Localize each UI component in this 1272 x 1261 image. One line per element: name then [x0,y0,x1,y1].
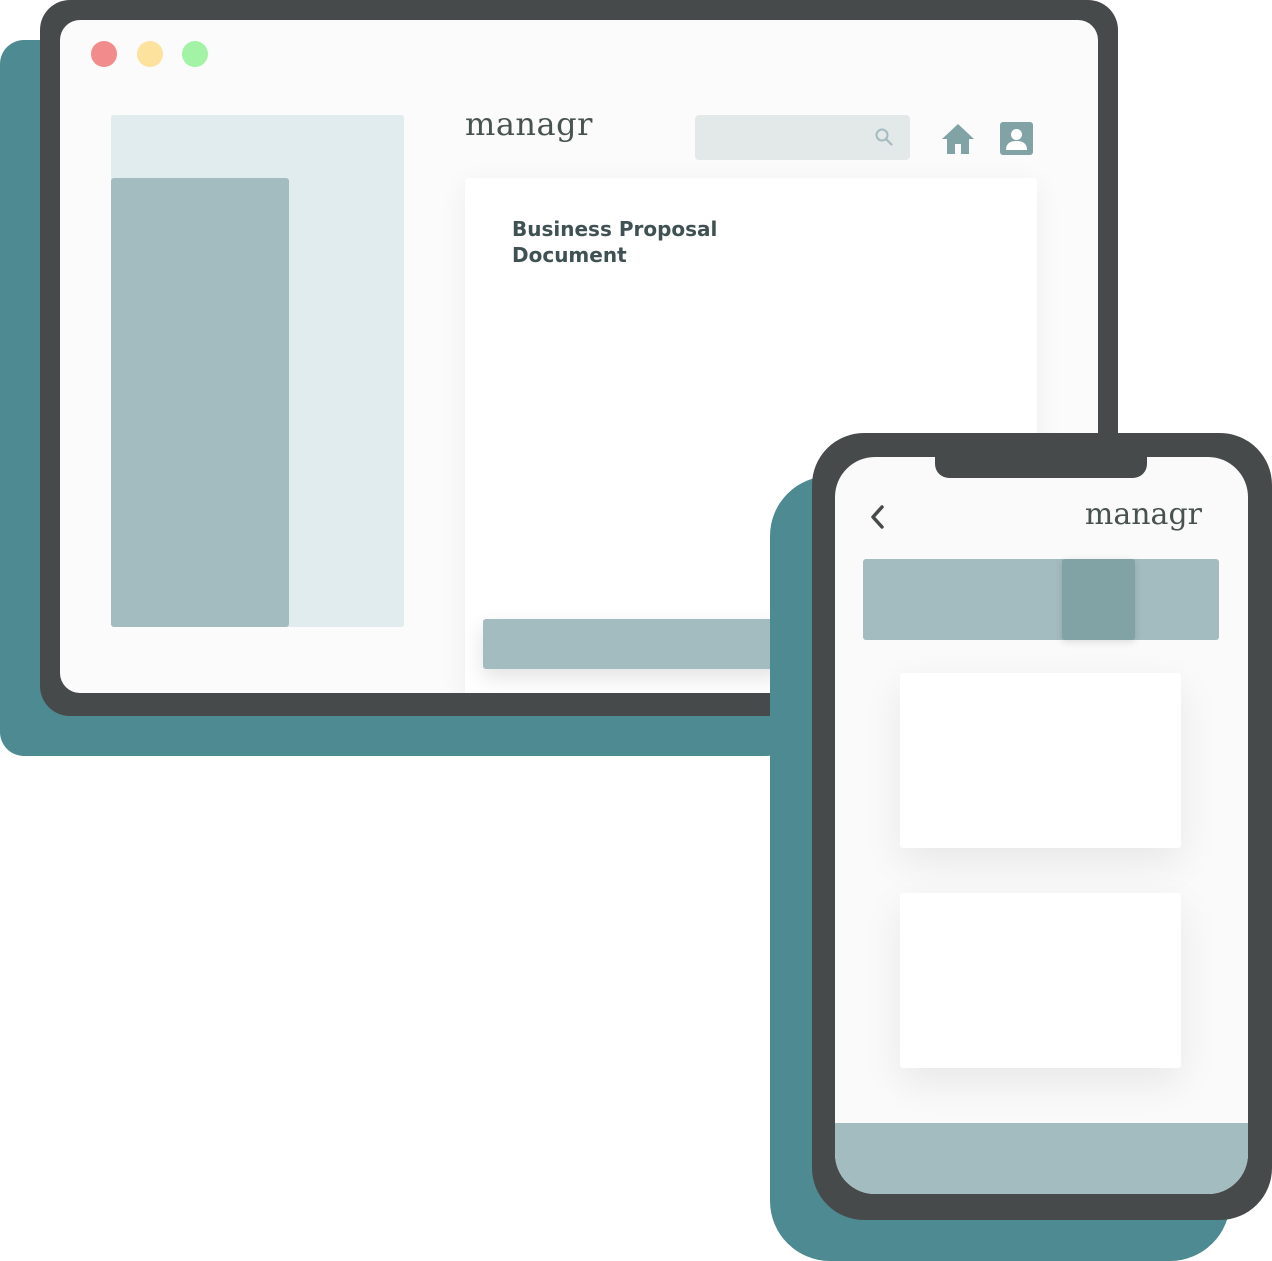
phone-content-card[interactable] [900,893,1181,1068]
app-logo: managr [465,105,593,143]
profile-icon[interactable] [1000,122,1033,155]
home-icon[interactable] [940,122,976,156]
phone-app-logo: managr [1084,497,1202,532]
window-maximize-button[interactable] [182,41,208,67]
window-minimize-button[interactable] [137,41,163,67]
phone-tab-bar[interactable] [863,559,1219,640]
search-input[interactable] [695,115,910,160]
phone-notch [935,450,1147,478]
phone-tab-active[interactable] [1062,559,1135,640]
document-title-line: Business Proposal Document [512,217,718,267]
search-icon [875,128,893,146]
phone-content-card[interactable] [900,673,1181,848]
window-close-button[interactable] [91,41,117,67]
phone-bottom-bar[interactable] [835,1123,1248,1194]
phone-screen: managr [835,457,1248,1194]
sidebar-active-block[interactable] [111,178,289,627]
document-action-bar[interactable] [483,619,783,669]
document-title: Business Proposal Document [512,216,752,268]
chevron-left-icon[interactable] [866,503,890,531]
